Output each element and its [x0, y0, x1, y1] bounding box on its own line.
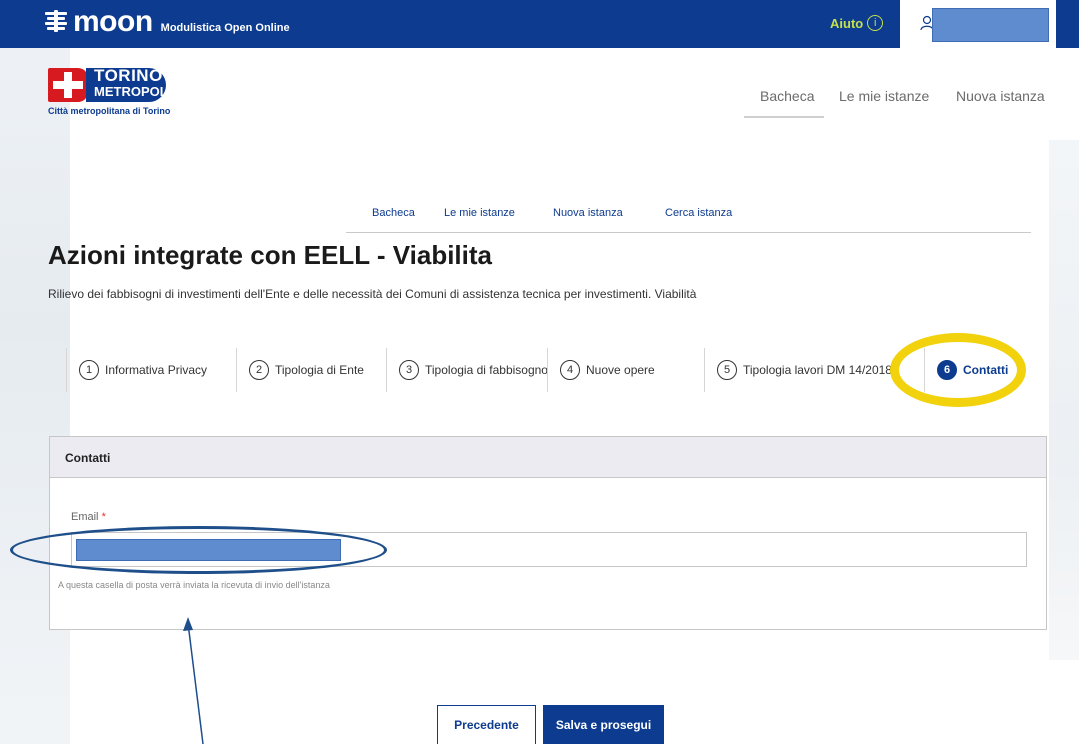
step-label: Tipologia lavori DM 14/2018	[743, 363, 892, 377]
brand-subtitle: Modulistica Open Online	[160, 22, 290, 34]
main-nav-active-underline	[744, 116, 824, 118]
step-number: 2	[249, 360, 269, 380]
main-nav-le-mie-istanze[interactable]: Le mie istanze	[839, 88, 929, 104]
step-number: 1	[79, 360, 99, 380]
sub-nav-le-mie-istanze[interactable]: Le mie istanze	[444, 207, 515, 219]
save-and-continue-button[interactable]: Salva e prosegui	[543, 705, 664, 744]
top-bar-end	[1056, 0, 1079, 48]
logo-line1: TORINO	[94, 66, 163, 85]
page-title: Azioni integrate con EELL - Viabilita	[48, 240, 492, 270]
email-label-text: Email	[71, 511, 99, 523]
required-marker: *	[101, 511, 106, 523]
user-menu[interactable]	[900, 0, 1056, 48]
logo-line2: METROPOLI	[94, 84, 172, 99]
logo-cross-horizontal	[53, 81, 83, 89]
brand[interactable]: moon Modulistica Open Online	[43, 4, 290, 40]
annotation-arrow-icon	[183, 617, 204, 744]
help-link[interactable]: Aiuto i	[830, 15, 884, 31]
step-nuove-opere[interactable]: 4 Nuove opere	[547, 348, 704, 392]
top-bar: moon Modulistica Open Online Aiuto i	[0, 0, 1079, 48]
brand-name: moon	[73, 5, 153, 38]
main-nav-bacheca[interactable]: Bacheca	[760, 88, 814, 104]
user-name-redacted	[932, 8, 1049, 42]
logo-caption: Città metropolitana di Torino	[48, 106, 171, 116]
logo-flag	[48, 68, 88, 102]
background-map	[0, 48, 70, 744]
annotation-highlight-ring	[890, 333, 1026, 407]
email-hint: A questa casella di posta verrà inviata …	[58, 580, 330, 590]
page-description: Rilievo dei fabbisogni di investimenti d…	[48, 287, 697, 301]
sub-nav-nuova-istanza[interactable]: Nuova istanza	[553, 207, 623, 219]
email-label: Email *	[71, 511, 106, 523]
step-tipologia-di-ente[interactable]: 2 Tipologia di Ente	[236, 348, 386, 392]
annotation-input-ring	[10, 526, 387, 574]
panel-title: Contatti	[50, 437, 1046, 478]
help-label: Aiuto	[830, 15, 864, 31]
step-number: 4	[560, 360, 580, 380]
step-tipologia-di-fabbisogno[interactable]: 3 Tipologia di fabbisogno	[386, 348, 547, 392]
moon-logo-icon	[45, 10, 67, 32]
background-map-right	[1049, 140, 1079, 660]
sub-nav-divider	[346, 232, 1031, 233]
step-informativa-privacy[interactable]: 1 Informativa Privacy	[66, 348, 236, 392]
sub-nav-cerca-istanza[interactable]: Cerca istanza	[665, 207, 732, 219]
step-label: Informativa Privacy	[105, 363, 208, 377]
step-label: Tipologia di fabbisogno	[425, 363, 547, 377]
step-label: Tipologia di Ente	[275, 363, 364, 377]
info-icon: i	[867, 15, 884, 31]
sub-nav-bacheca[interactable]: Bacheca	[372, 207, 415, 219]
step-number: 5	[717, 360, 737, 380]
main-nav-nuova-istanza[interactable]: Nuova istanza	[956, 88, 1045, 104]
previous-button[interactable]: Precedente	[437, 705, 536, 744]
step-number: 3	[399, 360, 419, 380]
step-label: Nuove opere	[586, 363, 655, 377]
